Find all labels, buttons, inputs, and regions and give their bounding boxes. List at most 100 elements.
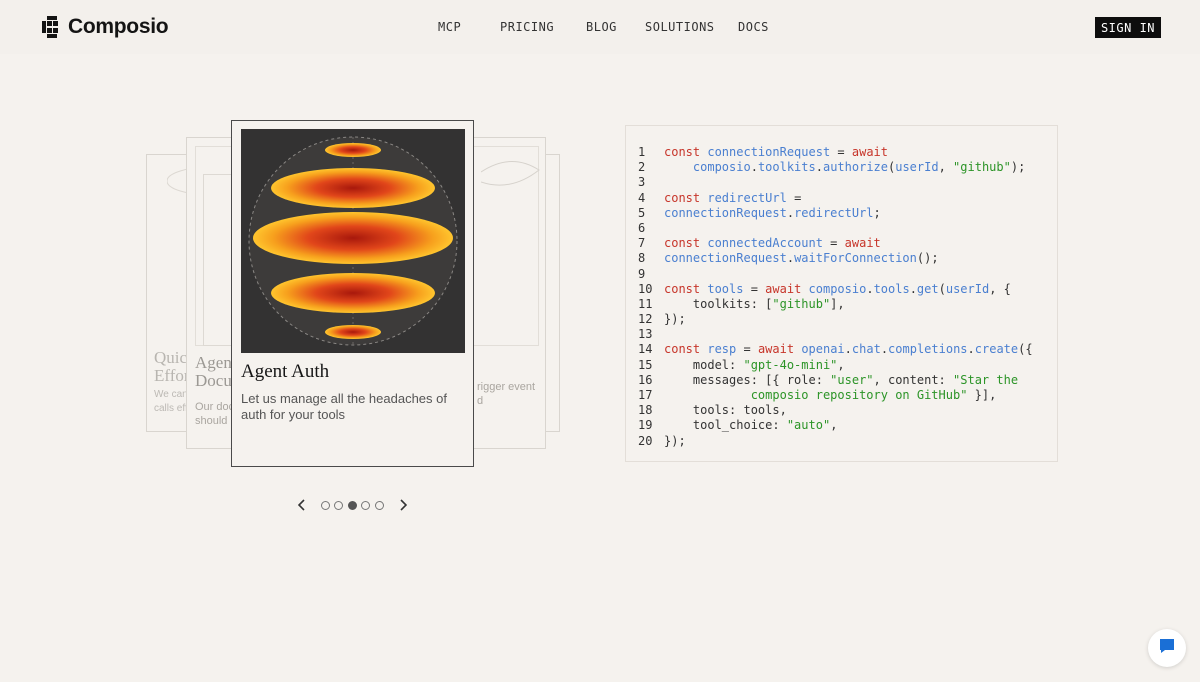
code-line: 3 [638, 175, 1033, 190]
code-token: ; [873, 205, 881, 220]
line-number: 14 [638, 342, 653, 357]
code-token: tools: tools, [664, 403, 787, 418]
code-token: const [664, 190, 708, 205]
code-token: completions [888, 342, 968, 357]
code-token: composio repository on GitHub" [664, 388, 968, 402]
code-token: authorize [822, 160, 888, 175]
code-line: 7 const connectedAccount = await [638, 236, 1033, 251]
code-token: waitForConnection [794, 251, 917, 266]
code-token: }], [967, 388, 997, 402]
carousel-dot-3[interactable] [348, 501, 357, 510]
line-number: 4 [638, 190, 646, 205]
code-token: connectionRequest [707, 145, 831, 159]
line-number: 15 [638, 357, 653, 372]
chevron-right-icon[interactable] [397, 497, 409, 513]
sign-in-button[interactable]: SIGN IN [1095, 17, 1161, 38]
code-token: get [916, 281, 939, 296]
code-token: . [786, 251, 795, 266]
card-illustration [241, 129, 465, 353]
code-token: . [786, 205, 795, 220]
code-token: resp [707, 342, 737, 357]
nav-link-docs[interactable]: DOCS [738, 20, 769, 34]
code-line: 1 const connectionRequest = await [638, 145, 1033, 160]
code-token: const [664, 342, 708, 357]
code-token: await [851, 145, 888, 159]
code-line: 10 const tools = await composio.tools.get… [638, 282, 1033, 297]
code-token: = [743, 281, 766, 296]
active-feature-card[interactable]: Agent Auth Let us manage all the headach… [231, 120, 474, 467]
carousel-pager [296, 497, 410, 513]
line-number: 10 [638, 281, 653, 296]
code-token: userId [945, 281, 990, 296]
code-token: connectionRequest [664, 251, 787, 266]
code-token: const [664, 236, 708, 251]
code-line: 14 const resp = await openai.chat.complet… [638, 342, 1033, 357]
code-token: "auto" [786, 418, 831, 433]
code-token: }); [664, 312, 686, 327]
line-number: 8 [638, 251, 646, 266]
ghost-card-art-curve [481, 161, 540, 186]
code-token: "user" [830, 372, 874, 387]
carousel-dot-1[interactable] [321, 501, 330, 510]
carousel-dot-5[interactable] [375, 501, 384, 510]
code-token: chat [851, 342, 881, 357]
code-line: 2 composio.toolkits.authorize(userId, "g… [638, 160, 1033, 175]
code-token: , { [989, 281, 1011, 296]
card-title: Agent Auth [241, 361, 330, 382]
code-lines: 1 const connectionRequest = await 2 compos… [638, 145, 1033, 449]
code-line: 4 const redirectUrl = [638, 191, 1033, 206]
code-token: ], [830, 296, 845, 311]
code-token: create [974, 342, 1019, 357]
code-sample-panel: 1 const connectionRequest = await 2 compos… [625, 125, 1058, 462]
code-token: connectedAccount [707, 236, 823, 251]
nav-link-blog[interactable]: BLOG [586, 20, 617, 34]
line-number: 6 [638, 220, 646, 235]
code-token: connectionRequest [664, 205, 787, 220]
carousel-dot-4[interactable] [361, 501, 370, 510]
code-token: ); [1010, 160, 1026, 175]
code-line: 20}); [638, 434, 1033, 449]
code-token: . [866, 281, 874, 296]
line-number: 19 [638, 418, 653, 433]
code-token: const [664, 281, 708, 296]
code-token: userId [895, 160, 939, 175]
ghost-card-art-detail [203, 174, 233, 346]
code-token: toolkits [757, 160, 816, 175]
code-token: . [909, 281, 917, 296]
code-line: 5 connectionRequest.redirectUrl; [638, 206, 1033, 221]
line-number: 20 [638, 433, 653, 448]
code-token: . [880, 342, 889, 357]
line-number: 16 [638, 372, 653, 387]
nav-link-solutions[interactable]: SOLUTIONS [645, 20, 715, 34]
code-token: "gpt-4o-mini" [743, 357, 838, 372]
code-line: 11 toolkits: ["github"], [638, 297, 1033, 312]
chat-widget-button[interactable] [1148, 629, 1186, 667]
line-number: 12 [638, 312, 653, 327]
code-token: await [757, 342, 802, 357]
top-navigation-bar: Composio MCP PRICING BLOG SOLUTIONS DOCS… [0, 0, 1200, 54]
code-token: }); [664, 433, 686, 448]
code-line: 17 composio repository on GitHub" }], [638, 388, 1033, 403]
chevron-left-icon[interactable] [296, 497, 308, 513]
line-number: 9 [638, 266, 646, 281]
code-token: messages: [{ role: [664, 372, 831, 387]
ghost-card-description: rigger event d [477, 381, 536, 407]
code-token: "Star the [953, 372, 1019, 387]
nav-link-mcp[interactable]: MCP [438, 20, 461, 34]
code-token: "github" [772, 296, 831, 311]
code-token: ({ [1018, 342, 1033, 357]
code-token: await [844, 236, 881, 251]
line-number: 13 [638, 327, 653, 342]
code-token: , [938, 160, 954, 175]
carousel-dot-2[interactable] [334, 501, 343, 510]
nav-link-pricing[interactable]: PRICING [500, 20, 554, 34]
code-token: , [837, 357, 845, 372]
code-token: , [830, 418, 838, 433]
code-token: const [664, 145, 708, 159]
line-number: 17 [638, 388, 653, 402]
code-token: . [844, 342, 852, 357]
line-number: 2 [638, 160, 646, 175]
card-description: Let us manage all the headaches of auth … [241, 391, 447, 422]
line-number: 5 [638, 205, 646, 220]
